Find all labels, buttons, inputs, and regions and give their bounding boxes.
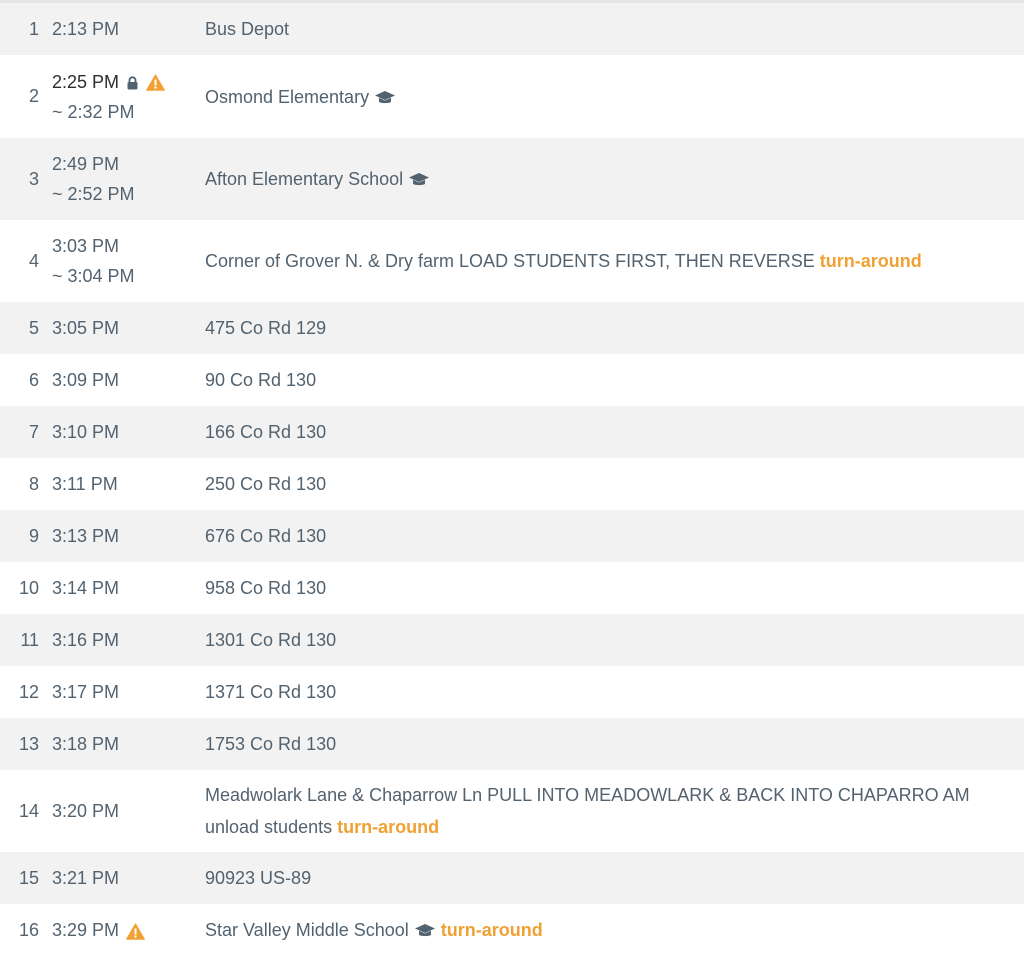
stop-name: 90 Co Rd 130 bbox=[205, 370, 317, 390]
stop-time: 3:16 PM bbox=[52, 630, 120, 650]
table-row[interactable]: 16 3:29 PM Star Valley Middle School tur… bbox=[0, 904, 1024, 956]
stop-number: 7 bbox=[28, 421, 39, 442]
stop-number: 10 bbox=[18, 577, 39, 598]
stop-name: Bus Depot bbox=[205, 19, 290, 39]
stop-name: Meadwolark Lane & Chaparrow Ln PULL INTO… bbox=[205, 785, 970, 837]
stop-time-estimate: ~ 2:32 PM bbox=[52, 101, 135, 122]
table-row[interactable]: 15 3:21 PM 90923 US-89 bbox=[0, 852, 1024, 904]
warning-icon bbox=[146, 74, 165, 92]
stop-time: 3:03 PM bbox=[52, 236, 120, 256]
stop-time: 3:20 PM bbox=[52, 801, 120, 821]
stop-name: 90923 US-89 bbox=[205, 868, 312, 888]
table-row[interactable]: 1 2:13 PM Bus Depot bbox=[0, 3, 1024, 55]
stop-name: Star Valley Middle School bbox=[205, 920, 409, 940]
stop-number: 12 bbox=[18, 681, 39, 702]
stop-name: 1301 Co Rd 130 bbox=[205, 630, 337, 650]
table-row[interactable]: 2 2:25 PM ~ 2:32 PM Osmond Elementary bbox=[0, 55, 1024, 138]
stop-time: 2:49 PM bbox=[52, 154, 120, 174]
stop-time: 3:11 PM bbox=[52, 474, 118, 494]
warning-icon bbox=[126, 923, 145, 940]
stop-number: 5 bbox=[28, 317, 39, 338]
stop-name: Afton Elementary School bbox=[205, 169, 404, 189]
stop-number: 1 bbox=[28, 18, 39, 39]
table-row[interactable]: 7 3:10 PM 166 Co Rd 130 bbox=[0, 406, 1024, 458]
table-row[interactable]: 8 3:11 PM 250 Co Rd 130 bbox=[0, 458, 1024, 510]
table-row[interactable]: 4 3:03 PM ~ 3:04 PM Corner of Grover N. … bbox=[0, 220, 1024, 302]
table-row[interactable]: 10 3:14 PM 958 Co Rd 130 bbox=[0, 562, 1024, 614]
stop-number: 16 bbox=[18, 919, 39, 940]
table-row[interactable]: 13 3:18 PM 1753 Co Rd 130 bbox=[0, 718, 1024, 770]
stop-time: 3:29 PM bbox=[52, 920, 120, 940]
stop-name: 166 Co Rd 130 bbox=[205, 422, 327, 442]
stop-name: 1753 Co Rd 130 bbox=[205, 734, 337, 754]
stop-number: 8 bbox=[28, 473, 39, 494]
stop-name: 475 Co Rd 129 bbox=[205, 318, 327, 338]
stop-number: 11 bbox=[20, 629, 39, 650]
stop-name: 958 Co Rd 130 bbox=[205, 578, 327, 598]
stop-time-estimate: ~ 3:04 PM bbox=[52, 266, 135, 286]
stop-time: 3:21 PM bbox=[52, 868, 120, 888]
stop-time: 3:13 PM bbox=[52, 526, 120, 546]
turn-around-tag: turn-around bbox=[337, 817, 440, 837]
table-row[interactable]: 3 2:49 PM ~ 2:52 PM Afton Elementary Sch… bbox=[0, 138, 1024, 220]
stop-name: 250 Co Rd 130 bbox=[205, 474, 327, 494]
table-row[interactable]: 12 3:17 PM 1371 Co Rd 130 bbox=[0, 666, 1024, 718]
route-stops-table: 1 2:13 PM Bus Depot 2 2:25 PM ~ 2:32 PM … bbox=[0, 3, 1024, 956]
lock-icon bbox=[126, 76, 139, 90]
stop-name: Osmond Elementary bbox=[205, 86, 370, 107]
stop-number: 14 bbox=[18, 800, 39, 821]
table-row[interactable]: 11 3:16 PM 1301 Co Rd 130 bbox=[0, 614, 1024, 666]
stop-time: 3:09 PM bbox=[52, 370, 120, 390]
stop-time: 2:13 PM bbox=[52, 19, 120, 39]
stop-time: 3:05 PM bbox=[52, 318, 120, 338]
stop-number: 2 bbox=[28, 86, 39, 106]
stop-number: 3 bbox=[28, 168, 39, 189]
stop-name: 1371 Co Rd 130 bbox=[205, 682, 337, 702]
stop-time: 3:17 PM bbox=[52, 682, 120, 702]
table-row[interactable]: 5 3:05 PM 475 Co Rd 129 bbox=[0, 302, 1024, 354]
graduation-cap-icon bbox=[414, 923, 436, 939]
turn-around-tag: turn-around bbox=[819, 251, 922, 271]
stop-time-estimate: ~ 2:52 PM bbox=[52, 184, 135, 204]
table-row[interactable]: 9 3:13 PM 676 Co Rd 130 bbox=[0, 510, 1024, 562]
table-row[interactable]: 14 3:20 PM Meadwolark Lane & Chaparrow L… bbox=[0, 770, 1024, 852]
stop-name: Corner of Grover N. & Dry farm LOAD STUD… bbox=[205, 251, 815, 271]
graduation-cap-icon bbox=[408, 172, 430, 188]
stop-number: 9 bbox=[28, 525, 39, 546]
stop-name: 676 Co Rd 130 bbox=[205, 526, 327, 546]
turn-around-tag: turn-around bbox=[440, 920, 543, 940]
stop-number: 6 bbox=[28, 369, 39, 390]
stop-number: 4 bbox=[28, 250, 39, 271]
stop-time: 3:14 PM bbox=[52, 578, 120, 598]
stop-time: 3:18 PM bbox=[52, 734, 120, 754]
stop-time: 2:25 PM bbox=[52, 71, 120, 92]
graduation-cap-icon bbox=[374, 90, 396, 106]
table-row[interactable]: 6 3:09 PM 90 Co Rd 130 bbox=[0, 354, 1024, 406]
stop-number: 15 bbox=[18, 867, 39, 888]
stop-time: 3:10 PM bbox=[52, 422, 120, 442]
stop-number: 13 bbox=[18, 733, 39, 754]
